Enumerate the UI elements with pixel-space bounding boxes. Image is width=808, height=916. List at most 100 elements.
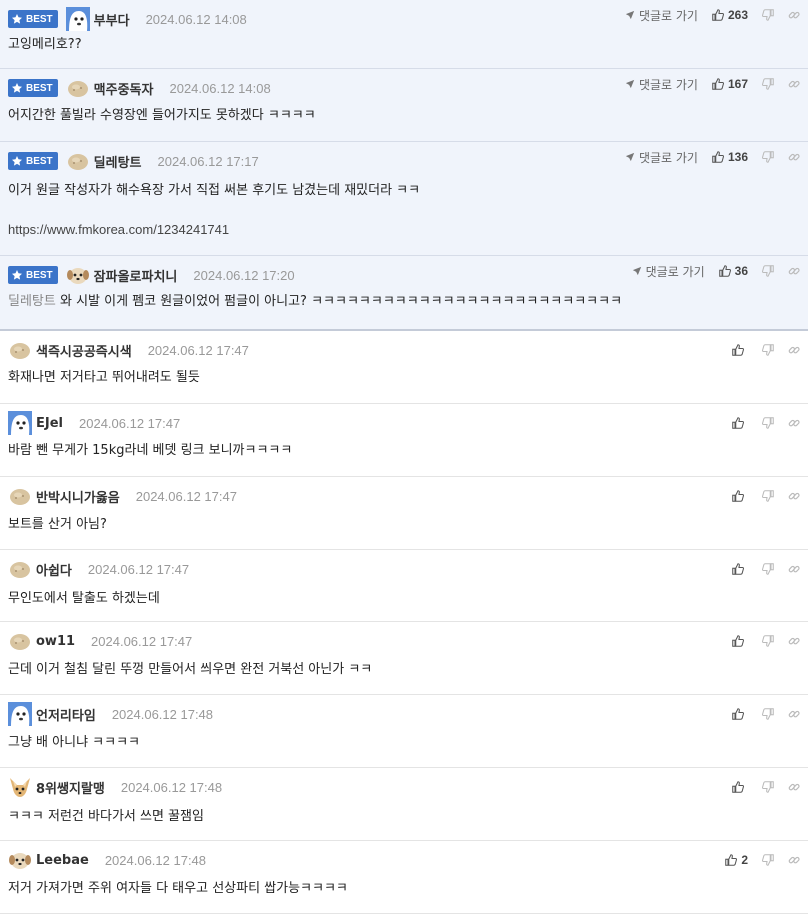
copy-link-button[interactable]: [788, 344, 800, 356]
dislike-button[interactable]: [762, 78, 774, 90]
arrow-icon: [625, 10, 635, 20]
like-button[interactable]: 167: [712, 77, 748, 91]
like-button[interactable]: [732, 344, 748, 356]
copy-link-button[interactable]: [788, 708, 800, 720]
nickname[interactable]: Leebae: [36, 853, 89, 868]
comment-text: 무인도에서 탈출도 하겠는데: [8, 587, 160, 606]
link-icon: [788, 783, 800, 791]
dislike-button[interactable]: [762, 854, 774, 866]
comment-text: 근데 이거 철침 달린 뚜껑 만들어서 씌우면 완전 거북선 아닌가 ㅋㅋ: [8, 658, 372, 677]
nickname[interactable]: 색즉시공공즉시색: [36, 341, 132, 360]
chihuahua-avatar[interactable]: [8, 775, 32, 799]
link-icon: [788, 267, 800, 275]
blue-cartoon-avatar[interactable]: [8, 411, 32, 435]
thumbs-up-icon: [732, 635, 744, 647]
best-label: BEST: [26, 13, 53, 25]
nickname[interactable]: EJel: [36, 416, 63, 431]
copy-link-button[interactable]: [788, 265, 800, 277]
nickname[interactable]: 8위쌩지랄맹: [36, 778, 105, 797]
comment-row: 반박시니가옳음 2024.06.12 17:47 보트를 산거 아님?: [0, 477, 808, 550]
nickname[interactable]: 반박시니가옳음: [36, 487, 120, 506]
nickname[interactable]: 부부다: [94, 10, 130, 29]
copy-link-button[interactable]: [788, 563, 800, 575]
link-icon: [788, 346, 800, 354]
thumbs-up-icon: [732, 490, 744, 502]
dislike-button[interactable]: [762, 9, 774, 21]
copy-link-button[interactable]: [788, 78, 800, 90]
comment-actions: [732, 341, 800, 359]
potato-avatar[interactable]: [8, 557, 32, 581]
potato-avatar[interactable]: [66, 76, 90, 100]
potato-avatar[interactable]: [8, 338, 32, 362]
copy-link-button[interactable]: [788, 635, 800, 647]
dislike-button[interactable]: [762, 265, 774, 277]
mention-link[interactable]: 딜레탕트: [8, 294, 56, 309]
dislike-button[interactable]: [762, 344, 774, 356]
go-to-reply-link[interactable]: 댓글로 가기: [625, 7, 698, 24]
like-button[interactable]: [732, 781, 748, 793]
like-button[interactable]: 2: [725, 853, 748, 867]
like-button[interactable]: [732, 563, 748, 575]
best-label: BEST: [26, 82, 53, 94]
go-to-reply-link[interactable]: 댓글로 가기: [625, 149, 698, 166]
reply-label: 댓글로 가기: [645, 264, 705, 279]
nickname[interactable]: 아쉽다: [36, 560, 72, 579]
comment-text: ㅋㅋㅋ 저런건 바다가서 쓰면 꿀잼임: [8, 805, 204, 824]
potato-avatar[interactable]: [66, 149, 90, 173]
copy-link-button[interactable]: [788, 151, 800, 163]
like-button[interactable]: [732, 708, 748, 720]
comment-row: 아쉽다 2024.06.12 17:47 무인도에서 탈출도 하겠는데: [0, 550, 808, 622]
dog-avatar[interactable]: [66, 263, 90, 287]
reply-label: 댓글로 가기: [638, 77, 698, 92]
thumbs-down-icon: [762, 563, 774, 575]
comment-date: 2024.06.12 17:48: [104, 852, 207, 868]
link-icon: [788, 419, 800, 427]
thumbs-up-icon: [712, 9, 724, 21]
dislike-button[interactable]: [762, 563, 774, 575]
comment-actions: 댓글로 가기 167: [625, 75, 800, 93]
comment-list: BEST 부부다 2024.06.12 14:08 고잉메리호?? 댓글로 가기 263 B…: [0, 0, 808, 914]
nickname[interactable]: ow11: [36, 634, 75, 649]
like-button[interactable]: 136: [712, 150, 748, 164]
like-button[interactable]: [732, 635, 748, 647]
dislike-button[interactable]: [762, 151, 774, 163]
best-label: BEST: [26, 155, 53, 167]
thumbs-down-icon: [762, 9, 774, 21]
like-button[interactable]: [732, 417, 748, 429]
nickname[interactable]: 딜레탕트: [94, 152, 142, 171]
thumbs-down-icon: [762, 781, 774, 793]
comment-text: 그냥 배 아니냐 ㅋㅋㅋㅋ: [8, 731, 140, 750]
nickname[interactable]: 언저리타임: [36, 705, 96, 724]
nickname[interactable]: 잠파올로파치니: [94, 266, 178, 285]
blue-cartoon-avatar[interactable]: [8, 702, 32, 726]
like-button[interactable]: 263: [712, 8, 748, 22]
comment-body: 어지간한 풀빌라 수영장엔 들어가지도 못하겠다 ㅋㅋㅋㅋ: [8, 108, 316, 123]
potato-avatar[interactable]: [8, 484, 32, 508]
nickname[interactable]: 맥주중독자: [94, 79, 154, 98]
thumbs-up-icon: [725, 854, 738, 866]
copy-link-button[interactable]: [788, 9, 800, 21]
go-to-reply-link[interactable]: 댓글로 가기: [632, 263, 705, 280]
copy-link-button[interactable]: [788, 490, 800, 502]
potato-avatar[interactable]: [8, 629, 32, 653]
thumbs-down-icon: [762, 151, 774, 163]
copy-link-button[interactable]: [788, 854, 800, 866]
blue-cartoon-avatar[interactable]: [65, 7, 90, 31]
dog-avatar[interactable]: [8, 848, 32, 872]
copy-link-button[interactable]: [788, 417, 800, 429]
dislike-button[interactable]: [762, 490, 774, 502]
comment-header: 언저리타임 2024.06.12 17:48: [8, 702, 213, 726]
like-button[interactable]: [732, 490, 748, 502]
dislike-button[interactable]: [762, 781, 774, 793]
copy-link-button[interactable]: [788, 781, 800, 793]
thumbs-down-icon: [762, 635, 774, 647]
comment-body: 이거 원글 작성자가 해수욕장 가서 직접 써본 후기도 남겼는데 재밌더라 ㅋ…: [8, 183, 421, 198]
dislike-button[interactable]: [762, 417, 774, 429]
dislike-button[interactable]: [762, 635, 774, 647]
go-to-reply-link[interactable]: 댓글로 가기: [625, 76, 698, 93]
dislike-button[interactable]: [762, 708, 774, 720]
comment-body: 근데 이거 철침 달린 뚜껑 만들어서 씌우면 완전 거북선 아닌가 ㅋㅋ: [8, 662, 373, 677]
like-button[interactable]: 36: [718, 264, 748, 278]
comment-url[interactable]: https://www.fmkorea.com/1234241741: [8, 222, 229, 237]
best-badge: BEST: [8, 266, 58, 284]
